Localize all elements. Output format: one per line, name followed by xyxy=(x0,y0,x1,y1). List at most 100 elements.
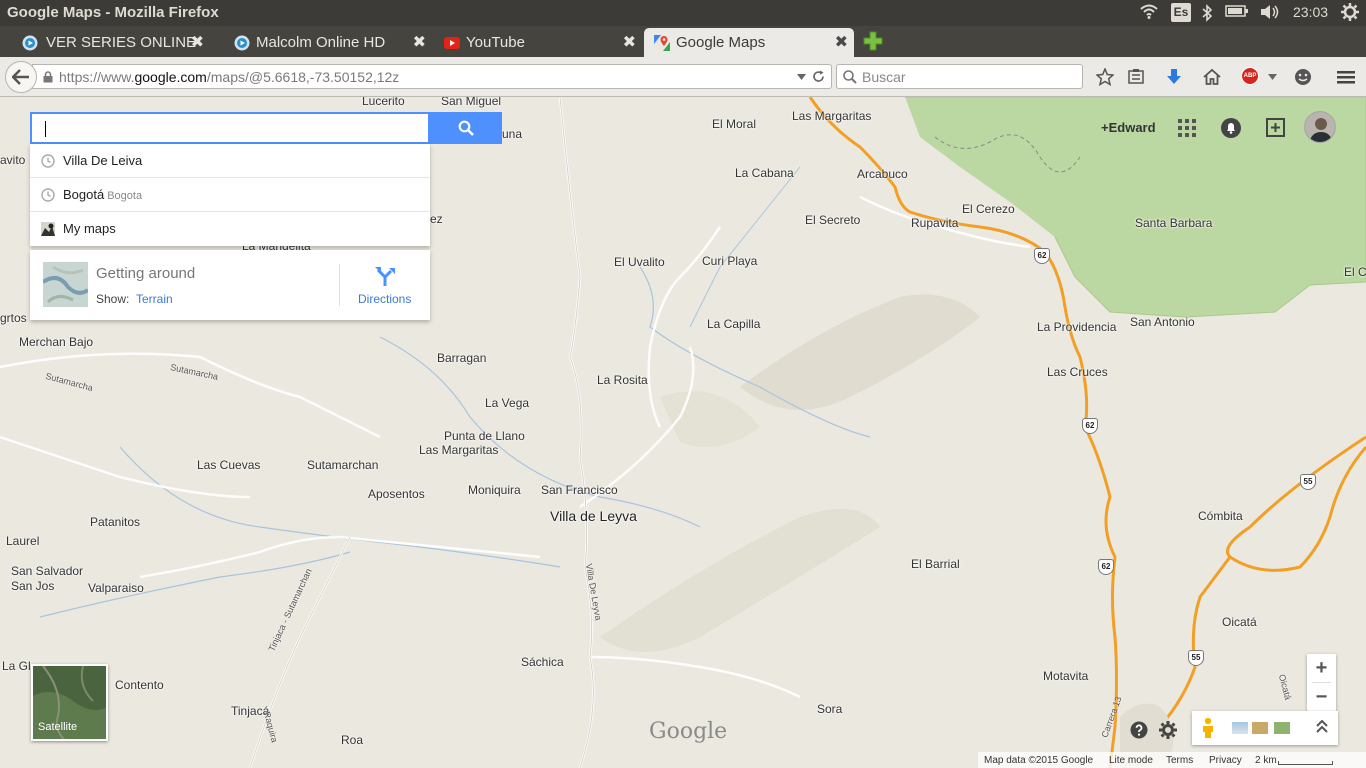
lite-mode-link[interactable]: Lite mode xyxy=(1109,755,1153,766)
help-icon[interactable] xyxy=(1130,721,1148,739)
browser-search-field[interactable]: Buscar xyxy=(836,64,1083,89)
bluetooth-icon[interactable] xyxy=(1201,4,1213,22)
keyboard-layout-indicator[interactable]: Es xyxy=(1171,3,1191,22)
directions-icon[interactable] xyxy=(374,265,396,287)
chat-smiley-icon[interactable] xyxy=(1294,68,1312,86)
map-place-label[interactable]: Motavita xyxy=(1043,669,1088,683)
zoom-out-button[interactable]: − xyxy=(1307,683,1336,711)
terms-link[interactable]: Terms xyxy=(1166,755,1193,766)
chevron-up-double-icon[interactable] xyxy=(1316,720,1328,734)
map-place-label[interactable]: Rupavita xyxy=(911,216,958,230)
map-place-label[interactable]: La Vega xyxy=(485,396,529,410)
map-place-label[interactable]: El Uvalito xyxy=(614,255,665,269)
suggestion-item[interactable]: My maps xyxy=(30,212,430,246)
back-button[interactable] xyxy=(5,61,37,93)
zoom-in-button[interactable]: + xyxy=(1307,654,1336,682)
adblock-dropdown-icon[interactable] xyxy=(1268,74,1277,80)
map-place-label[interactable]: Cómbita xyxy=(1198,509,1243,523)
maps-search-button[interactable] xyxy=(430,112,502,144)
tab-youtube[interactable]: YouTube ✖ xyxy=(432,28,642,57)
map-place-label[interactable]: La Rosita xyxy=(597,373,648,387)
wifi-icon[interactable] xyxy=(1140,4,1158,22)
privacy-link[interactable]: Privacy xyxy=(1209,755,1242,766)
close-tab-icon[interactable]: ✖ xyxy=(623,32,636,52)
map-place-label[interactable]: Punta de Llano xyxy=(444,429,525,443)
map-place-label[interactable]: Sáchica xyxy=(521,655,564,669)
suggestion-item[interactable]: Bogotá Bogota xyxy=(30,178,430,212)
map-place-label[interactable]: Valparaiso xyxy=(88,581,144,595)
avatar[interactable] xyxy=(1304,111,1336,143)
map-place-label[interactable]: El C xyxy=(1344,265,1366,279)
account-name-link[interactable]: +Edward xyxy=(1101,120,1156,135)
map-place-label[interactable]: Curi Playa xyxy=(702,254,757,268)
satellite-toggle[interactable]: Satellite xyxy=(31,664,108,741)
menu-hamburger-icon[interactable] xyxy=(1337,68,1355,86)
suggestion-item[interactable]: Villa De Leiva xyxy=(30,144,430,178)
map-place-label[interactable]: Merchan Bajo xyxy=(19,335,93,349)
downloads-icon[interactable] xyxy=(1165,68,1183,86)
map-place-label[interactable]: Roa xyxy=(341,733,363,747)
settings-gear-icon[interactable] xyxy=(1159,721,1177,739)
map-place-label[interactable]: ez xyxy=(430,212,443,226)
map-place-label[interactable]: Las Cuevas xyxy=(197,458,260,472)
terrain-thumbnail[interactable] xyxy=(43,262,88,307)
map-place-label[interactable]: La Cabana xyxy=(735,166,794,180)
map-place-label[interactable]: El Moral xyxy=(712,117,756,131)
layer-thumbnail-terrain[interactable] xyxy=(1252,722,1268,734)
map-place-label[interactable]: Las Cruces xyxy=(1047,365,1108,379)
reading-list-icon[interactable] xyxy=(1127,68,1145,86)
map-place-label[interactable]: avito xyxy=(0,153,25,167)
apps-grid-icon[interactable] xyxy=(1176,117,1198,139)
map-place-label[interactable]: grtos xyxy=(0,311,27,325)
tab-malcolm[interactable]: Malcolm Online HD ✖ xyxy=(222,28,432,57)
close-tab-icon[interactable]: ✖ xyxy=(413,32,426,52)
close-tab-icon[interactable]: ✖ xyxy=(191,32,204,52)
map-place-label[interactable]: El Secreto xyxy=(805,213,860,227)
map-place-label[interactable]: Lucerito xyxy=(362,97,405,108)
map-place-label[interactable]: Sora xyxy=(817,702,842,716)
share-plus-icon[interactable] xyxy=(1265,117,1287,139)
notifications-bell-icon[interactable] xyxy=(1220,117,1242,139)
bookmark-star-icon[interactable] xyxy=(1096,68,1114,86)
new-tab-icon[interactable] xyxy=(862,30,884,52)
home-icon[interactable] xyxy=(1203,68,1221,86)
system-gear-icon[interactable] xyxy=(1341,3,1359,21)
adblock-plus-icon[interactable]: ABP xyxy=(1241,67,1259,85)
maps-search-input[interactable] xyxy=(30,112,430,144)
volume-icon[interactable] xyxy=(1260,4,1280,22)
tab-google-maps[interactable]: Google Maps ✖ xyxy=(644,28,854,57)
map-place-label[interactable]: Sutamarchan xyxy=(307,458,378,472)
map-place-label[interactable]: San Francisco xyxy=(541,483,618,497)
close-tab-icon[interactable]: ✖ xyxy=(835,32,848,52)
layer-thumbnail-transit[interactable] xyxy=(1232,722,1248,734)
map-place-label[interactable]: Patanitos xyxy=(90,515,140,529)
layer-thumbnail-bike[interactable] xyxy=(1274,722,1290,734)
map-canvas[interactable]: Lucerito San Miguel El Moral Las Margari… xyxy=(0,97,1366,768)
map-place-label[interactable]: La Gl xyxy=(2,659,31,673)
map-place-label[interactable]: Las Margaritas xyxy=(419,443,498,457)
url-history-dropdown-icon[interactable] xyxy=(797,74,806,80)
map-place-label[interactable]: Moniquira xyxy=(468,483,521,497)
map-place-label[interactable]: San Antonio xyxy=(1130,315,1195,329)
clock[interactable]: 23:03 xyxy=(1293,4,1328,20)
directions-button[interactable]: Directions xyxy=(358,292,411,306)
map-place-label[interactable]: Laurel xyxy=(6,534,39,548)
map-place-label-major[interactable]: Villa de Leyva xyxy=(550,508,637,524)
map-place-label[interactable]: El Cerezo xyxy=(962,202,1015,216)
map-place-label[interactable]: Barragan xyxy=(437,351,486,365)
map-place-label[interactable]: San Miguel xyxy=(441,97,501,108)
url-bar[interactable]: https://www.google.com/maps/@5.6618,-73.… xyxy=(32,64,832,89)
tab-ver-series[interactable]: VER SERIES ONLINE ... ✖ xyxy=(0,28,210,57)
map-place-label[interactable]: Arcabuco xyxy=(857,167,908,181)
reload-icon[interactable] xyxy=(812,70,825,83)
map-place-label[interactable]: La Providencia xyxy=(1037,320,1116,334)
map-place-label[interactable]: San Salvador xyxy=(11,564,83,578)
map-place-label[interactable]: San Jos xyxy=(11,579,54,593)
map-place-label[interactable]: Contento xyxy=(115,678,164,692)
map-place-label[interactable]: una xyxy=(502,127,522,141)
lock-icon[interactable] xyxy=(43,71,53,83)
map-place-label[interactable]: Las Margaritas xyxy=(792,109,871,123)
pegman-street-view-icon[interactable] xyxy=(1201,717,1215,739)
battery-icon[interactable] xyxy=(1225,4,1249,22)
map-place-label[interactable]: El Barrial xyxy=(911,557,960,571)
